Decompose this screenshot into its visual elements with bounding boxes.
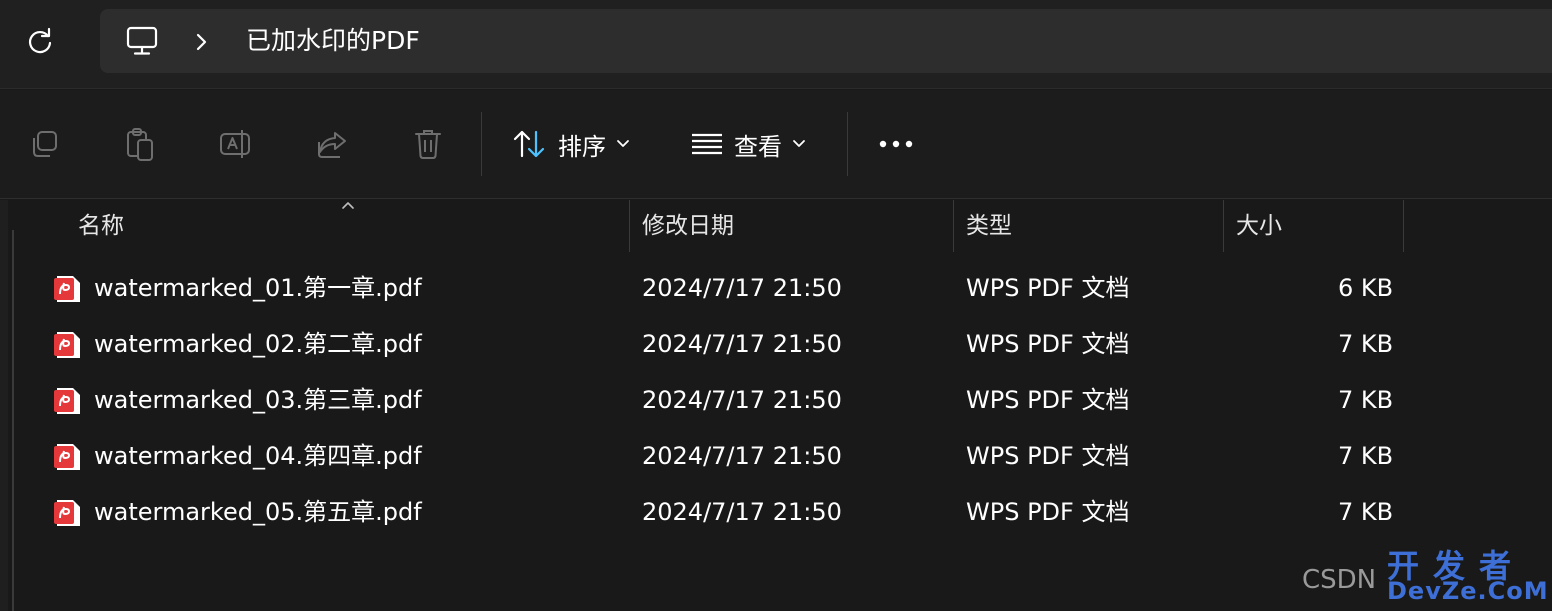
file-modified: 2024/7/17 21:50 [642, 330, 842, 358]
delete-button[interactable] [404, 120, 452, 168]
view-button[interactable]: 查看 [690, 120, 806, 168]
file-name: watermarked_03.第三章.pdf [94, 386, 422, 414]
file-row[interactable]: watermarked_03.第三章.pdf 2024/7/17 21:50 W… [30, 372, 1530, 428]
address-box[interactable]: 已加水印的PDF [100, 9, 1552, 73]
copy-button[interactable] [20, 120, 68, 168]
navigation-pane-edge [0, 200, 8, 611]
file-type: WPS PDF 文档 [966, 498, 1130, 526]
rename-icon [220, 130, 250, 158]
file-row[interactable]: watermarked_04.第四章.pdf 2024/7/17 21:50 W… [30, 428, 1530, 484]
file-modified: 2024/7/17 21:50 [642, 386, 842, 414]
this-pc-button[interactable] [122, 23, 162, 59]
trash-icon [415, 130, 441, 159]
paste-button[interactable] [116, 120, 164, 168]
rename-button[interactable] [212, 120, 260, 168]
pdf-file-icon [54, 388, 80, 414]
site-watermark: CSDN 开发者 DevZe.CoM [1302, 541, 1548, 605]
file-row[interactable]: watermarked_01.第一章.pdf 2024/7/17 21:50 W… [30, 260, 1530, 316]
paste-icon [127, 128, 153, 161]
view-list-icon [692, 133, 722, 155]
file-size: 6 KB [1338, 274, 1394, 302]
watermark-site-en: DevZe.CoM [1387, 577, 1549, 605]
more-options-button[interactable] [872, 120, 920, 168]
navigation-pane-scrollbar[interactable] [12, 230, 14, 611]
sort-button[interactable]: 排序 [512, 120, 630, 168]
file-name: watermarked_02.第二章.pdf [94, 330, 422, 358]
more-dots-icon [879, 140, 913, 148]
address-bar-area: 已加水印的PDF [0, 0, 1552, 89]
file-type: WPS PDF 文档 [966, 330, 1130, 358]
file-name: watermarked_05.第五章.pdf [94, 498, 422, 526]
file-size: 7 KB [1338, 498, 1394, 526]
file-type: WPS PDF 文档 [966, 386, 1130, 414]
column-separator[interactable] [953, 200, 954, 252]
pdf-file-icon [54, 332, 80, 358]
toolbar-divider [481, 112, 482, 176]
share-button[interactable] [308, 120, 356, 168]
chevron-down-icon [793, 140, 805, 147]
column-header-name[interactable]: 名称 [78, 200, 124, 252]
copy-icon [33, 131, 57, 157]
file-row[interactable]: watermarked_02.第二章.pdf 2024/7/17 21:50 W… [30, 316, 1530, 372]
share-icon [318, 132, 346, 158]
file-name: watermarked_04.第四章.pdf [94, 442, 422, 470]
column-header-modified[interactable]: 修改日期 [642, 200, 734, 252]
file-size: 7 KB [1338, 386, 1394, 414]
file-row[interactable]: watermarked_05.第五章.pdf 2024/7/17 21:50 W… [30, 484, 1530, 540]
column-header-row: 名称 修改日期 类型 大小 [0, 200, 1552, 252]
this-pc-icon [126, 26, 158, 55]
watermark-csdn: CSDN [1302, 565, 1377, 595]
file-list: 名称 修改日期 类型 大小 watermarked_01.第一章.pdf 202… [0, 200, 1552, 611]
pdf-file-icon [54, 500, 80, 526]
column-header-size[interactable]: 大小 [1236, 200, 1282, 252]
file-modified: 2024/7/17 21:50 [642, 442, 842, 470]
sort-label: 排序 [558, 132, 606, 161]
sort-ascending-caret-icon [342, 202, 354, 209]
file-modified: 2024/7/17 21:50 [642, 274, 842, 302]
view-label: 查看 [734, 132, 782, 161]
column-separator[interactable] [1403, 200, 1404, 252]
file-size: 7 KB [1338, 330, 1394, 358]
breadcrumb-chevron[interactable] [188, 29, 214, 55]
breadcrumb-current-folder[interactable]: 已加水印的PDF [246, 23, 420, 59]
chevron-right-icon [196, 33, 207, 51]
file-modified: 2024/7/17 21:50 [642, 498, 842, 526]
file-type: WPS PDF 文档 [966, 274, 1130, 302]
file-type: WPS PDF 文档 [966, 442, 1130, 470]
command-bar: 排序 查看 [0, 90, 1552, 199]
refresh-button[interactable] [20, 22, 60, 62]
refresh-icon [28, 27, 52, 54]
file-name: watermarked_01.第一章.pdf [94, 274, 422, 302]
sort-arrows-icon [513, 130, 545, 158]
chevron-down-icon [617, 140, 629, 147]
pdf-file-icon [54, 444, 80, 470]
column-header-type[interactable]: 类型 [966, 200, 1012, 252]
file-size: 7 KB [1338, 442, 1394, 470]
column-separator[interactable] [629, 200, 630, 252]
column-separator[interactable] [1223, 200, 1224, 252]
toolbar-divider [847, 112, 848, 176]
pdf-file-icon [54, 276, 80, 302]
